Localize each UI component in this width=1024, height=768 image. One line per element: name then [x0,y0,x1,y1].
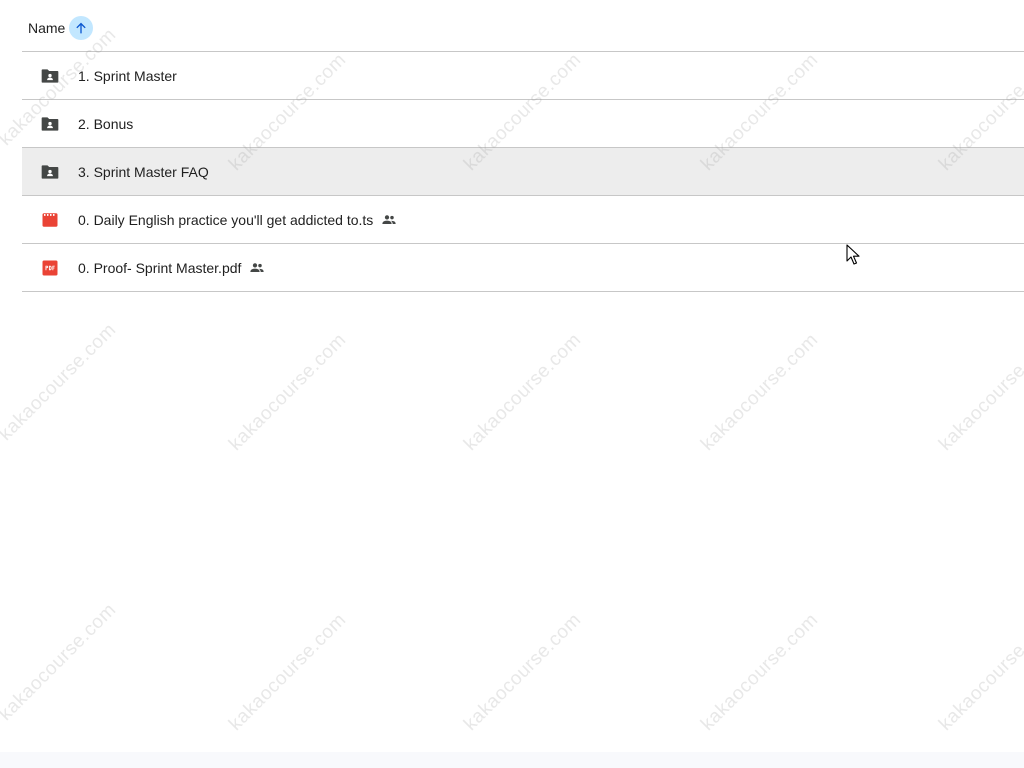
watermark-text: kakaocourse.com [225,329,351,455]
file-list: Name 1. Sprint Master 2. Bonus 3. Sprint… [22,4,1024,292]
file-name: 0. Daily English practice you'll get add… [78,211,374,228]
file-name: 1. Sprint Master [78,67,177,84]
mouse-pointer-icon [846,244,860,271]
watermark-text: kakaocourse.com [225,609,351,735]
watermark-text: kakaocourse.com [460,329,586,455]
file-row-sprint-master-faq[interactable]: 3. Sprint Master FAQ [22,148,1024,196]
watermark-text: kakaocourse.com [697,329,823,455]
watermark-text: kakaocourse.com [460,609,586,735]
shared-people-icon [249,260,265,276]
shared-folder-icon [40,66,60,86]
column-header-row: Name [22,4,1024,52]
watermark-text: kakaocourse.com [935,609,1024,735]
watermark-text: kakaocourse.com [0,599,121,725]
shared-people-icon [381,212,397,228]
file-name: 0. Proof- Sprint Master.pdf [78,259,242,276]
drive-file-list-page: Name 1. Sprint Master 2. Bonus 3. Sprint… [0,0,1024,768]
video-icon [40,210,60,230]
watermark-text: kakaocourse.com [935,329,1024,455]
file-name: 2. Bonus [78,115,134,132]
file-row-proof-pdf[interactable]: 0. Proof- Sprint Master.pdf [22,244,1024,292]
file-row-sprint-master[interactable]: 1. Sprint Master [22,52,1024,100]
arrow-up-icon [76,22,87,33]
shared-folder-icon [40,114,60,134]
sort-ascending-button[interactable] [69,15,94,40]
name-column-header[interactable]: Name [28,20,65,36]
pdf-icon [40,258,60,278]
file-name: 3. Sprint Master FAQ [78,163,209,180]
shared-folder-icon [40,162,60,182]
bottom-strip [0,752,1024,768]
watermark-text: kakaocourse.com [697,609,823,735]
file-row-daily-english-video[interactable]: 0. Daily English practice you'll get add… [22,196,1024,244]
file-row-bonus[interactable]: 2. Bonus [22,100,1024,148]
watermark-text: kakaocourse.com [0,319,121,445]
